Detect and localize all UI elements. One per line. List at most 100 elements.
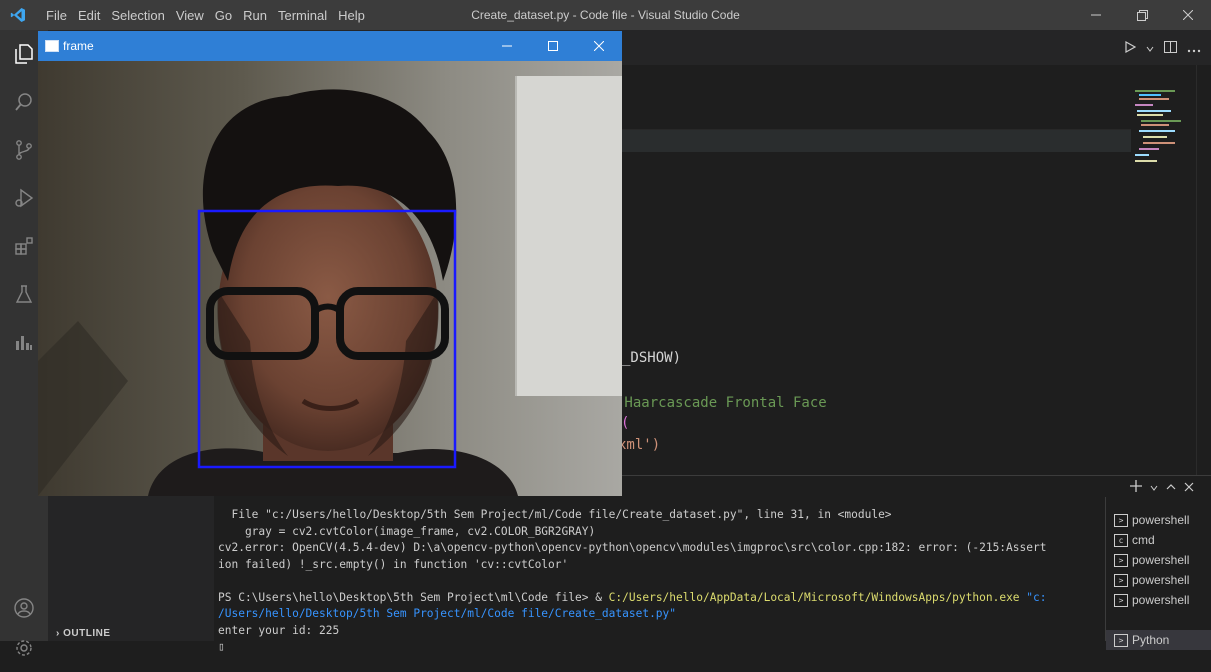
split-editor-icon [1164, 40, 1177, 53]
source-control-icon [16, 140, 32, 160]
terminal-cursor[interactable]: ▯ [218, 639, 1047, 656]
minimize-button[interactable] [1073, 0, 1119, 30]
terminal-dropdown-button[interactable] [1150, 479, 1158, 495]
frame-minimize-button[interactable] [484, 31, 530, 61]
menu-selection[interactable]: Selection [111, 8, 164, 23]
terminal-command-line: PS C:\Users\hello\Desktop\5th Sem Projec… [218, 590, 1047, 607]
terminal-tab-python[interactable]: > Python [1106, 630, 1211, 650]
plus-icon [1130, 480, 1142, 492]
menu-view[interactable]: View [176, 8, 204, 23]
terminal-python-path: C:/Users/hello/AppData/Local/Microsoft/W… [608, 590, 1020, 604]
menu-terminal[interactable]: Terminal [278, 8, 327, 23]
terminal-icon: > [1114, 573, 1128, 587]
menu-bar: File Edit Selection View Go Run Terminal… [46, 0, 376, 30]
close-button[interactable] [1165, 0, 1211, 30]
chevron-up-icon [1166, 484, 1176, 490]
menu-file[interactable]: File [46, 8, 67, 23]
terminal-input-line: enter your id: 225 [218, 623, 340, 637]
chevron-down-icon [1146, 46, 1154, 52]
vscode-logo-icon [10, 8, 25, 22]
run-debug-icon [15, 188, 34, 208]
code-fragment-paren[interactable]: ( [621, 415, 629, 431]
frame-title-bar[interactable]: frame [38, 31, 622, 61]
gear-icon [16, 640, 32, 656]
webcam-frame-image [38, 61, 622, 496]
terminal-icon: > [1114, 553, 1128, 567]
chevron-down-icon [1150, 485, 1158, 491]
current-line-highlight [620, 129, 1131, 152]
terminal-tab-cmd[interactable]: c cmd [1114, 530, 1155, 550]
close-icon [1183, 10, 1193, 20]
terminal-tab-powershell[interactable]: > powershell [1114, 550, 1189, 570]
files-icon [15, 44, 33, 64]
editor-scrollbar[interactable] [1196, 65, 1211, 475]
terminal-tab-label: powershell [1132, 573, 1190, 587]
terminal-icon: > [1114, 593, 1128, 607]
restore-button[interactable] [1119, 0, 1165, 30]
play-icon [1125, 40, 1137, 53]
terminal-icon: > [1114, 513, 1128, 527]
terminal-tab-label: Python [1132, 633, 1170, 647]
terminal-script-arg: "c: [1019, 590, 1047, 604]
terminal-line: cv2.error: OpenCV(4.5.4-dev) D:\a\opencv… [218, 541, 1047, 554]
terminal-tab-powershell[interactable]: > powershell [1114, 570, 1189, 590]
code-fragment-xml[interactable]: xml') [618, 437, 660, 453]
outline-section-header[interactable]: › OUTLINE [56, 628, 111, 639]
close-icon [1184, 482, 1194, 492]
restore-icon [1136, 9, 1148, 21]
run-dropdown-button[interactable] [1146, 40, 1154, 56]
split-editor-button[interactable] [1164, 40, 1177, 56]
terminal-icon: > [1114, 633, 1128, 647]
menu-edit[interactable]: Edit [78, 8, 100, 23]
frame-maximize-button[interactable] [530, 31, 576, 61]
terminal-line: gray = cv2.cvtColor(image_frame, cv2.COL… [218, 524, 596, 538]
menu-run[interactable]: Run [243, 8, 267, 23]
terminal-tab-label: powershell [1132, 593, 1190, 607]
close-icon [594, 41, 604, 51]
maximize-panel-button[interactable] [1166, 479, 1176, 495]
search-icon [15, 93, 32, 111]
window-icon [45, 40, 59, 52]
outline-label: OUTLINE [63, 628, 111, 639]
title-bar: File Edit Selection View Go Run Terminal… [0, 0, 1211, 30]
frame-title: frame [63, 39, 94, 53]
new-terminal-button[interactable] [1130, 479, 1142, 495]
terminal-list: > powershell c cmd > powershell > powershell… [1105, 497, 1211, 650]
more-actions-button[interactable] [1187, 40, 1201, 56]
editor-actions [1124, 30, 1201, 65]
terminal-actions [1130, 479, 1194, 495]
opencv-frame-window[interactable]: frame [38, 31, 622, 496]
run-file-button[interactable] [1124, 40, 1137, 56]
terminal-line: ion failed) !_src.empty() in function 'c… [218, 557, 569, 571]
code-fragment-dshow[interactable]: _DSHOW) [622, 350, 681, 366]
terminal-output[interactable]: File "c:/Users/hello/Desktop/5th Sem Pro… [218, 507, 1047, 656]
terminal-tab-label: powershell [1132, 513, 1190, 527]
ellipsis-icon [1187, 49, 1201, 52]
menu-help[interactable]: Help [338, 8, 365, 23]
terminal-script-arg-cont: /Users/hello/Desktop/5th Sem Project/ml/… [218, 607, 677, 620]
minimize-icon [1091, 14, 1101, 16]
terminal-tab-label: cmd [1132, 533, 1155, 547]
terminal-tab-powershell[interactable]: > powershell [1114, 510, 1189, 530]
terminal-amp: & [595, 590, 609, 604]
frame-window-controls [484, 31, 622, 61]
extensions-icon [15, 237, 33, 255]
minimize-icon [502, 45, 512, 47]
bar-chart-icon [16, 336, 32, 350]
cmd-icon: c [1114, 533, 1128, 547]
minimap[interactable] [1135, 80, 1190, 170]
window-controls [1073, 0, 1211, 30]
manage-button[interactable] [0, 624, 48, 672]
code-string-close: ') [643, 437, 661, 453]
maximize-icon [548, 41, 558, 51]
close-panel-button[interactable] [1184, 479, 1194, 495]
menu-go[interactable]: Go [215, 8, 232, 23]
code-fragment-comment[interactable]: Haarcascade Frontal Face [616, 395, 826, 411]
frame-close-button[interactable] [576, 31, 622, 61]
terminal-line: File "c:/Users/hello/Desktop/5th Sem Pro… [218, 508, 892, 521]
flask-icon [15, 285, 33, 303]
terminal-prompt: PS C:\Users\hello\Desktop\5th Sem Projec… [218, 590, 596, 604]
terminal-tab-powershell[interactable]: > powershell [1114, 590, 1189, 610]
terminal-tab-label: powershell [1132, 553, 1190, 567]
